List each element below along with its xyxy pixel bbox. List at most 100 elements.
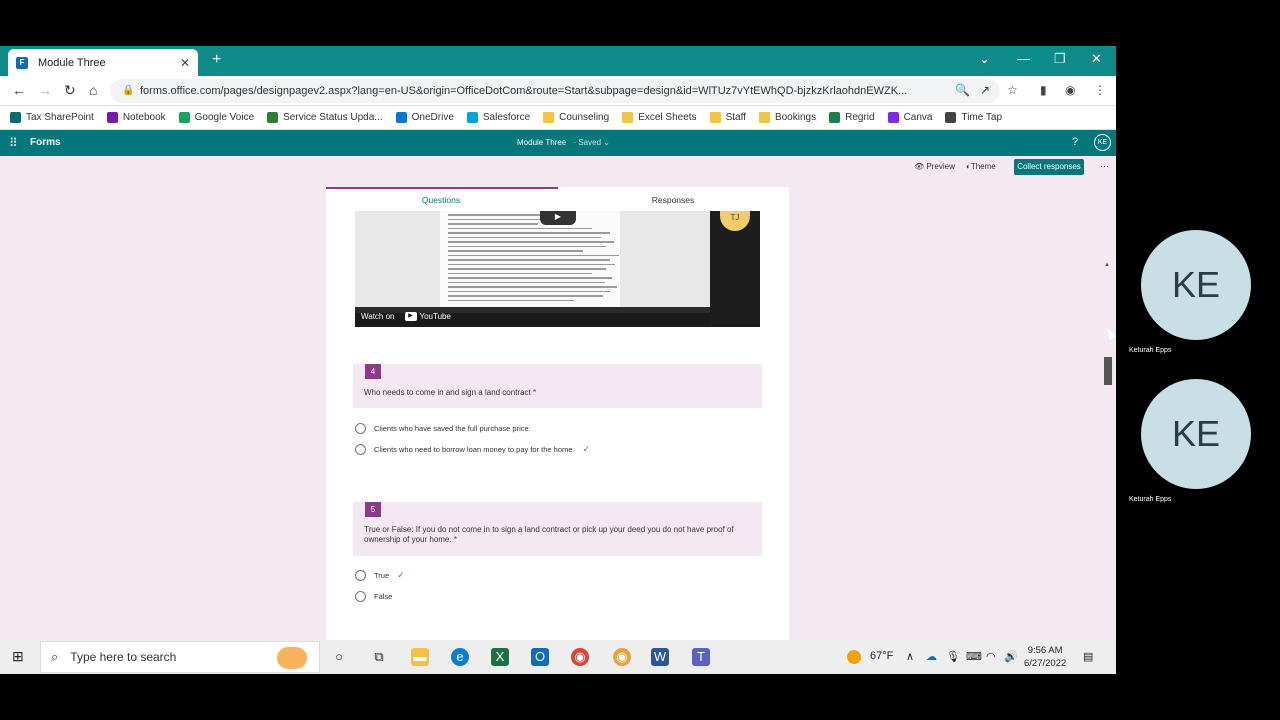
app-name[interactable]: Forms xyxy=(30,137,61,148)
excel-icon[interactable]: X xyxy=(491,648,509,666)
bookmark-item[interactable]: Google Voice xyxy=(178,112,254,123)
help-button[interactable]: ? xyxy=(1072,136,1078,148)
scroll-up-icon[interactable]: ▲ xyxy=(1104,262,1110,268)
weather-icon[interactable] xyxy=(847,650,861,664)
cortana-icon[interactable]: ○ xyxy=(330,648,348,666)
menu-icon[interactable]: ⋮ xyxy=(1094,83,1106,97)
chevron-down-icon[interactable]: ⌄ xyxy=(979,51,990,67)
bookmark-item[interactable]: Staff xyxy=(709,112,746,123)
word-icon[interactable]: W xyxy=(651,648,669,666)
bookmark-item[interactable]: Regrid xyxy=(829,112,875,123)
question-number: 5 xyxy=(365,502,381,517)
bookmark-item[interactable]: Salesforce xyxy=(466,112,530,123)
forward-icon[interactable]: → xyxy=(38,82,52,98)
wifi-icon[interactable]: ◠ xyxy=(986,650,996,663)
star-icon[interactable]: ☆ xyxy=(1007,83,1018,97)
document-text-line xyxy=(448,295,603,297)
collect-responses-button[interactable]: Collect responses xyxy=(1014,159,1084,175)
document-text-line xyxy=(448,286,618,288)
tray-chevron-icon[interactable]: ∧ xyxy=(906,650,914,663)
app-launcher-icon[interactable]: ⠿ xyxy=(9,136,18,150)
bookmark-label: Excel Sheets xyxy=(638,112,697,123)
back-icon[interactable]: ← xyxy=(12,82,26,98)
question-header[interactable]: 4 Who needs to come in and sign a land c… xyxy=(353,364,762,408)
reload-icon[interactable]: ↻ xyxy=(64,82,76,99)
radio-icon[interactable] xyxy=(355,570,366,581)
share-icon[interactable]: ↗ xyxy=(980,83,990,97)
system-clock[interactable]: 9:56 AM 6/27/2022 xyxy=(1024,644,1066,670)
theme-button[interactable]: ◐Theme xyxy=(966,162,996,171)
bookmark-label: Bookings xyxy=(774,112,817,123)
watch-on-youtube-link[interactable]: Watch on ▶ YouTube xyxy=(361,307,451,325)
temperature[interactable]: 67°F xyxy=(870,650,893,662)
command-bar: 👁 Preview ◐Theme Collect responses ··· xyxy=(0,156,1116,178)
url-text: forms.office.com/pages/designpagev2.aspx… xyxy=(140,85,908,97)
bookmark-item[interactable]: Service Status Upda... xyxy=(267,112,383,123)
radio-icon[interactable] xyxy=(355,444,366,455)
close-tab-icon[interactable]: ✕ xyxy=(180,56,190,70)
notifications-icon[interactable]: ▤ xyxy=(1083,650,1093,663)
document-text-line xyxy=(448,250,583,252)
participant-name: Keturah Epps xyxy=(1129,496,1172,503)
close-window-icon[interactable]: ✕ xyxy=(1091,51,1102,67)
windows-taskbar: ⊞ ⌕ Type here to search ○ ⧉ ▬ e X O ◉ ◉ … xyxy=(0,640,1116,674)
bookmark-label: Tax SharePoint xyxy=(26,112,94,123)
volume-icon[interactable]: 🔊 xyxy=(1004,650,1018,663)
document-text-line xyxy=(448,227,592,229)
bookmark-item[interactable]: Excel Sheets xyxy=(622,112,697,123)
input-icon[interactable]: ⌨ xyxy=(966,650,982,663)
onedrive-icon[interactable]: ☁ xyxy=(926,650,937,663)
windows-start-icon[interactable]: ⊞ xyxy=(12,648,24,665)
extension-icon[interactable]: ◉ xyxy=(1065,83,1075,97)
task-view-icon[interactable]: ⧉ xyxy=(370,648,388,666)
more-options-icon[interactable]: ··· xyxy=(1100,161,1109,171)
taskbar-search-input[interactable]: ⌕ Type here to search xyxy=(40,641,320,673)
url-input[interactable]: 🔒 forms.office.com/pages/designpagev2.as… xyxy=(110,79,1000,103)
tab-questions[interactable]: Questions xyxy=(326,195,556,205)
sidebar-icon[interactable]: ▮ xyxy=(1040,83,1047,97)
new-tab-icon[interactable]: + xyxy=(212,51,221,69)
bookmark-item[interactable]: Time Tap xyxy=(945,112,1002,123)
option-item[interactable]: False xyxy=(355,591,392,602)
scrollbar-thumb[interactable] xyxy=(1104,357,1112,385)
chrome-active-icon[interactable]: ◉ xyxy=(613,648,631,666)
bookmark-item[interactable]: Bookings xyxy=(758,112,817,123)
folder-icon xyxy=(758,112,770,123)
home-icon[interactable]: ⌂ xyxy=(89,82,97,98)
microphone-icon[interactable]: 🎙 xyxy=(946,650,960,663)
question-header[interactable]: 5 True or False: If you do not come in t… xyxy=(353,502,762,556)
radio-icon[interactable] xyxy=(355,591,366,602)
doc-title-area[interactable]: Module Three · Saved ⌄ xyxy=(517,138,610,147)
preview-button[interactable]: 👁 Preview xyxy=(914,162,955,171)
outlook-icon[interactable]: O xyxy=(531,648,549,666)
minimize-icon[interactable]: — xyxy=(1017,51,1030,66)
radio-icon[interactable] xyxy=(355,423,366,434)
zoom-icon[interactable]: 🔍 xyxy=(955,83,970,97)
tab-responses[interactable]: Responses xyxy=(558,195,788,205)
bookmark-item[interactable]: Notebook xyxy=(106,112,166,123)
play-icon[interactable]: ▶ xyxy=(540,211,576,225)
option-item[interactable]: Clients who need to borrow loan money to… xyxy=(355,444,590,455)
edge-icon[interactable]: e xyxy=(451,648,469,666)
embedded-video[interactable]: ▶ TJ Watch on ▶ YouTube xyxy=(355,211,760,327)
file-explorer-icon[interactable]: ▬ xyxy=(411,648,429,666)
bookmark-item[interactable]: Tax SharePoint xyxy=(10,112,94,123)
forms-favicon-icon: F xyxy=(16,56,28,69)
document-text-line xyxy=(448,241,614,243)
bookmark-item[interactable]: Canva xyxy=(887,112,932,123)
watch-on-label: Watch on xyxy=(361,311,395,321)
option-label: Clients who need to borrow loan money to… xyxy=(374,445,575,454)
restore-icon[interactable]: ❐ xyxy=(1054,51,1066,67)
user-avatar[interactable]: KE xyxy=(1094,134,1111,151)
page-scrollbar[interactable]: ▲ ▼ xyxy=(1103,260,1113,640)
option-item[interactable]: True ✓ xyxy=(355,570,405,581)
teams-icon[interactable]: T xyxy=(692,648,710,666)
bookmark-label: Staff xyxy=(725,112,746,123)
option-label: Clients who have saved the full purchase… xyxy=(374,424,531,433)
browser-tab[interactable]: F Module Three ✕ xyxy=(8,49,198,76)
chrome-icon[interactable]: ◉ xyxy=(571,648,589,666)
bookmark-item[interactable]: OneDrive xyxy=(395,112,454,123)
tab-bar: F Module Three ✕ + ⌄ — ❐ ✕ xyxy=(0,46,1116,76)
bookmark-item[interactable]: Counseling xyxy=(543,112,609,123)
option-item[interactable]: Clients who have saved the full purchase… xyxy=(355,423,531,434)
